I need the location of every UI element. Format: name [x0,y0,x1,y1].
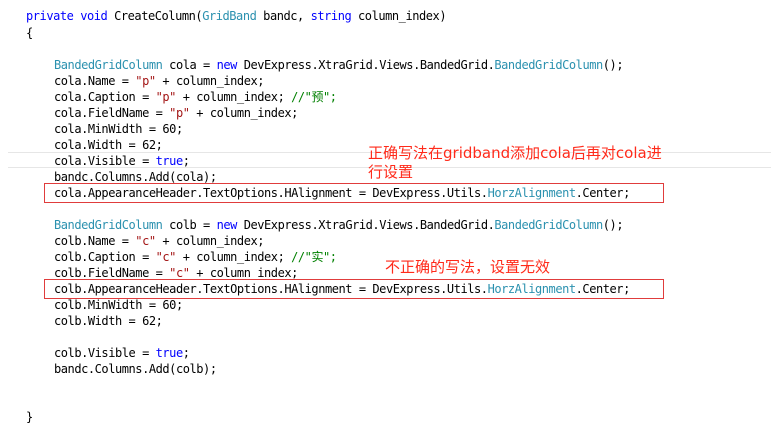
code-token: + column_index; [189,106,298,120]
code-token: cola.FieldName = [54,106,170,120]
code-line-colb-caption: colb.Caption = "c" + column_index; //"实"… [54,249,337,265]
correct-annotation-line2: 行设置 [368,163,414,181]
type-token: BandedGridColumn [54,58,163,72]
type-token: BandedGridColumn [494,218,603,232]
keyword-token: new [216,218,238,232]
code-line-cola-halign: cola.AppearanceHeader.TextOptions.HAlign… [54,185,630,201]
code-line-open-brace: { [26,26,33,40]
code-token: DevExpress.XtraGrid.Views.BandedGrid. [236,58,495,72]
code-token: ; [182,346,190,360]
code-token: colb.Name = [54,234,136,248]
code-token: .Center; [575,282,631,296]
code-line-colb-add: bandc.Columns.Add(colb); [54,362,217,376]
param-token: bandc, [256,9,311,23]
string-token: "p" [135,74,156,88]
code-editor[interactable]: private void CreateColumn(GridBand bandc… [0,0,771,432]
code-line-cola-new: BandedGridColumn cola = new DevExpress.X… [54,57,624,73]
code-line-cola-add: bandc.Columns.Add(cola); [54,170,217,184]
code-token: (); [602,58,624,72]
keyword-token: void [80,9,108,23]
string-token: "c" [135,234,156,248]
code-token: colb.Caption = [54,250,156,264]
code-token: colb.Visible = [54,346,156,360]
code-line-cola-caption: cola.Caption = "p" + column_index; //"预"… [54,89,337,105]
method-name-token: CreateColumn( [114,9,203,23]
keyword-token: true [155,154,184,168]
code-token: cola.AppearanceHeader.TextOptions.HAlign… [54,186,488,200]
keyword-token: string [310,9,352,23]
code-token: ; [182,154,190,168]
code-line-colb-name: colb.Name = "c" + column_index; [54,233,264,249]
code-token: + column_index; [155,234,265,248]
code-token: colb.AppearanceHeader.TextOptions.HAlign… [54,282,488,296]
code-line-colb-new: BandedGridColumn colb = new DevExpress.X… [54,217,624,233]
keyword-token: true [155,346,184,360]
code-line-cola-fieldname: cola.FieldName = "p" + column_index; [54,105,298,121]
keyword-token: private [26,9,74,23]
string-token: "p" [169,106,190,120]
type-token: HorzAlignment [487,282,577,296]
code-token: cola.Name = [54,74,136,88]
param-token: column_index) [351,9,447,23]
type-token: BandedGridColumn [494,58,603,72]
keyword-token: new [216,58,238,72]
code-token: DevExpress.XtraGrid.Views.BandedGrid. [236,218,495,232]
code-token: (); [602,218,624,232]
incorrect-annotation: 不正确的写法，设置无效 [385,258,551,276]
string-token: "c" [169,266,190,280]
code-token: cola.Caption = [54,90,156,104]
code-token: colb.FieldName = [54,266,170,280]
code-token: + column_index; [155,74,265,88]
type-token: GridBand [202,9,257,23]
code-line-signature: private void CreateColumn(GridBand bandc… [26,8,447,24]
code-line-cola-name: cola.Name = "p" + column_index; [54,73,264,89]
string-token: "p" [155,90,177,104]
code-token: + column_index; [175,90,292,104]
code-line-colb-minwidth: colb.MinWidth = 60; [54,298,183,312]
comment-token: //"预"; [291,90,337,104]
code-line-cola-visible: cola.Visible = true; [54,153,190,169]
code-line-colb-width: colb.Width = 62; [54,314,163,328]
code-token: + column_index; [189,266,298,280]
code-line-close-brace: } [26,410,33,424]
string-token: "c" [155,250,177,264]
code-token: .Center; [575,186,631,200]
code-token: cola.Visible = [54,154,156,168]
correct-annotation: 正确写法在gridband添加cola后再对cola进 行设置 [368,144,662,182]
code-line-colb-fieldname: colb.FieldName = "c" + column_index; [54,265,298,281]
type-token: HorzAlignment [487,186,577,200]
code-token: cola = [162,58,217,72]
code-token: + column_index; [175,250,292,264]
code-line-cola-minwidth: cola.MinWidth = 60; [54,122,183,136]
code-line-colb-halign: colb.AppearanceHeader.TextOptions.HAlign… [54,281,630,297]
editor-gutter [0,0,8,432]
code-line-cola-width: cola.Width = 62; [54,138,163,152]
correct-annotation-line1: 正确写法在gridband添加cola后再对cola进 [368,144,662,162]
code-line-colb-visible: colb.Visible = true; [54,345,190,361]
comment-token: //"实"; [291,250,337,264]
code-token: colb = [162,218,217,232]
type-token: BandedGridColumn [54,218,163,232]
